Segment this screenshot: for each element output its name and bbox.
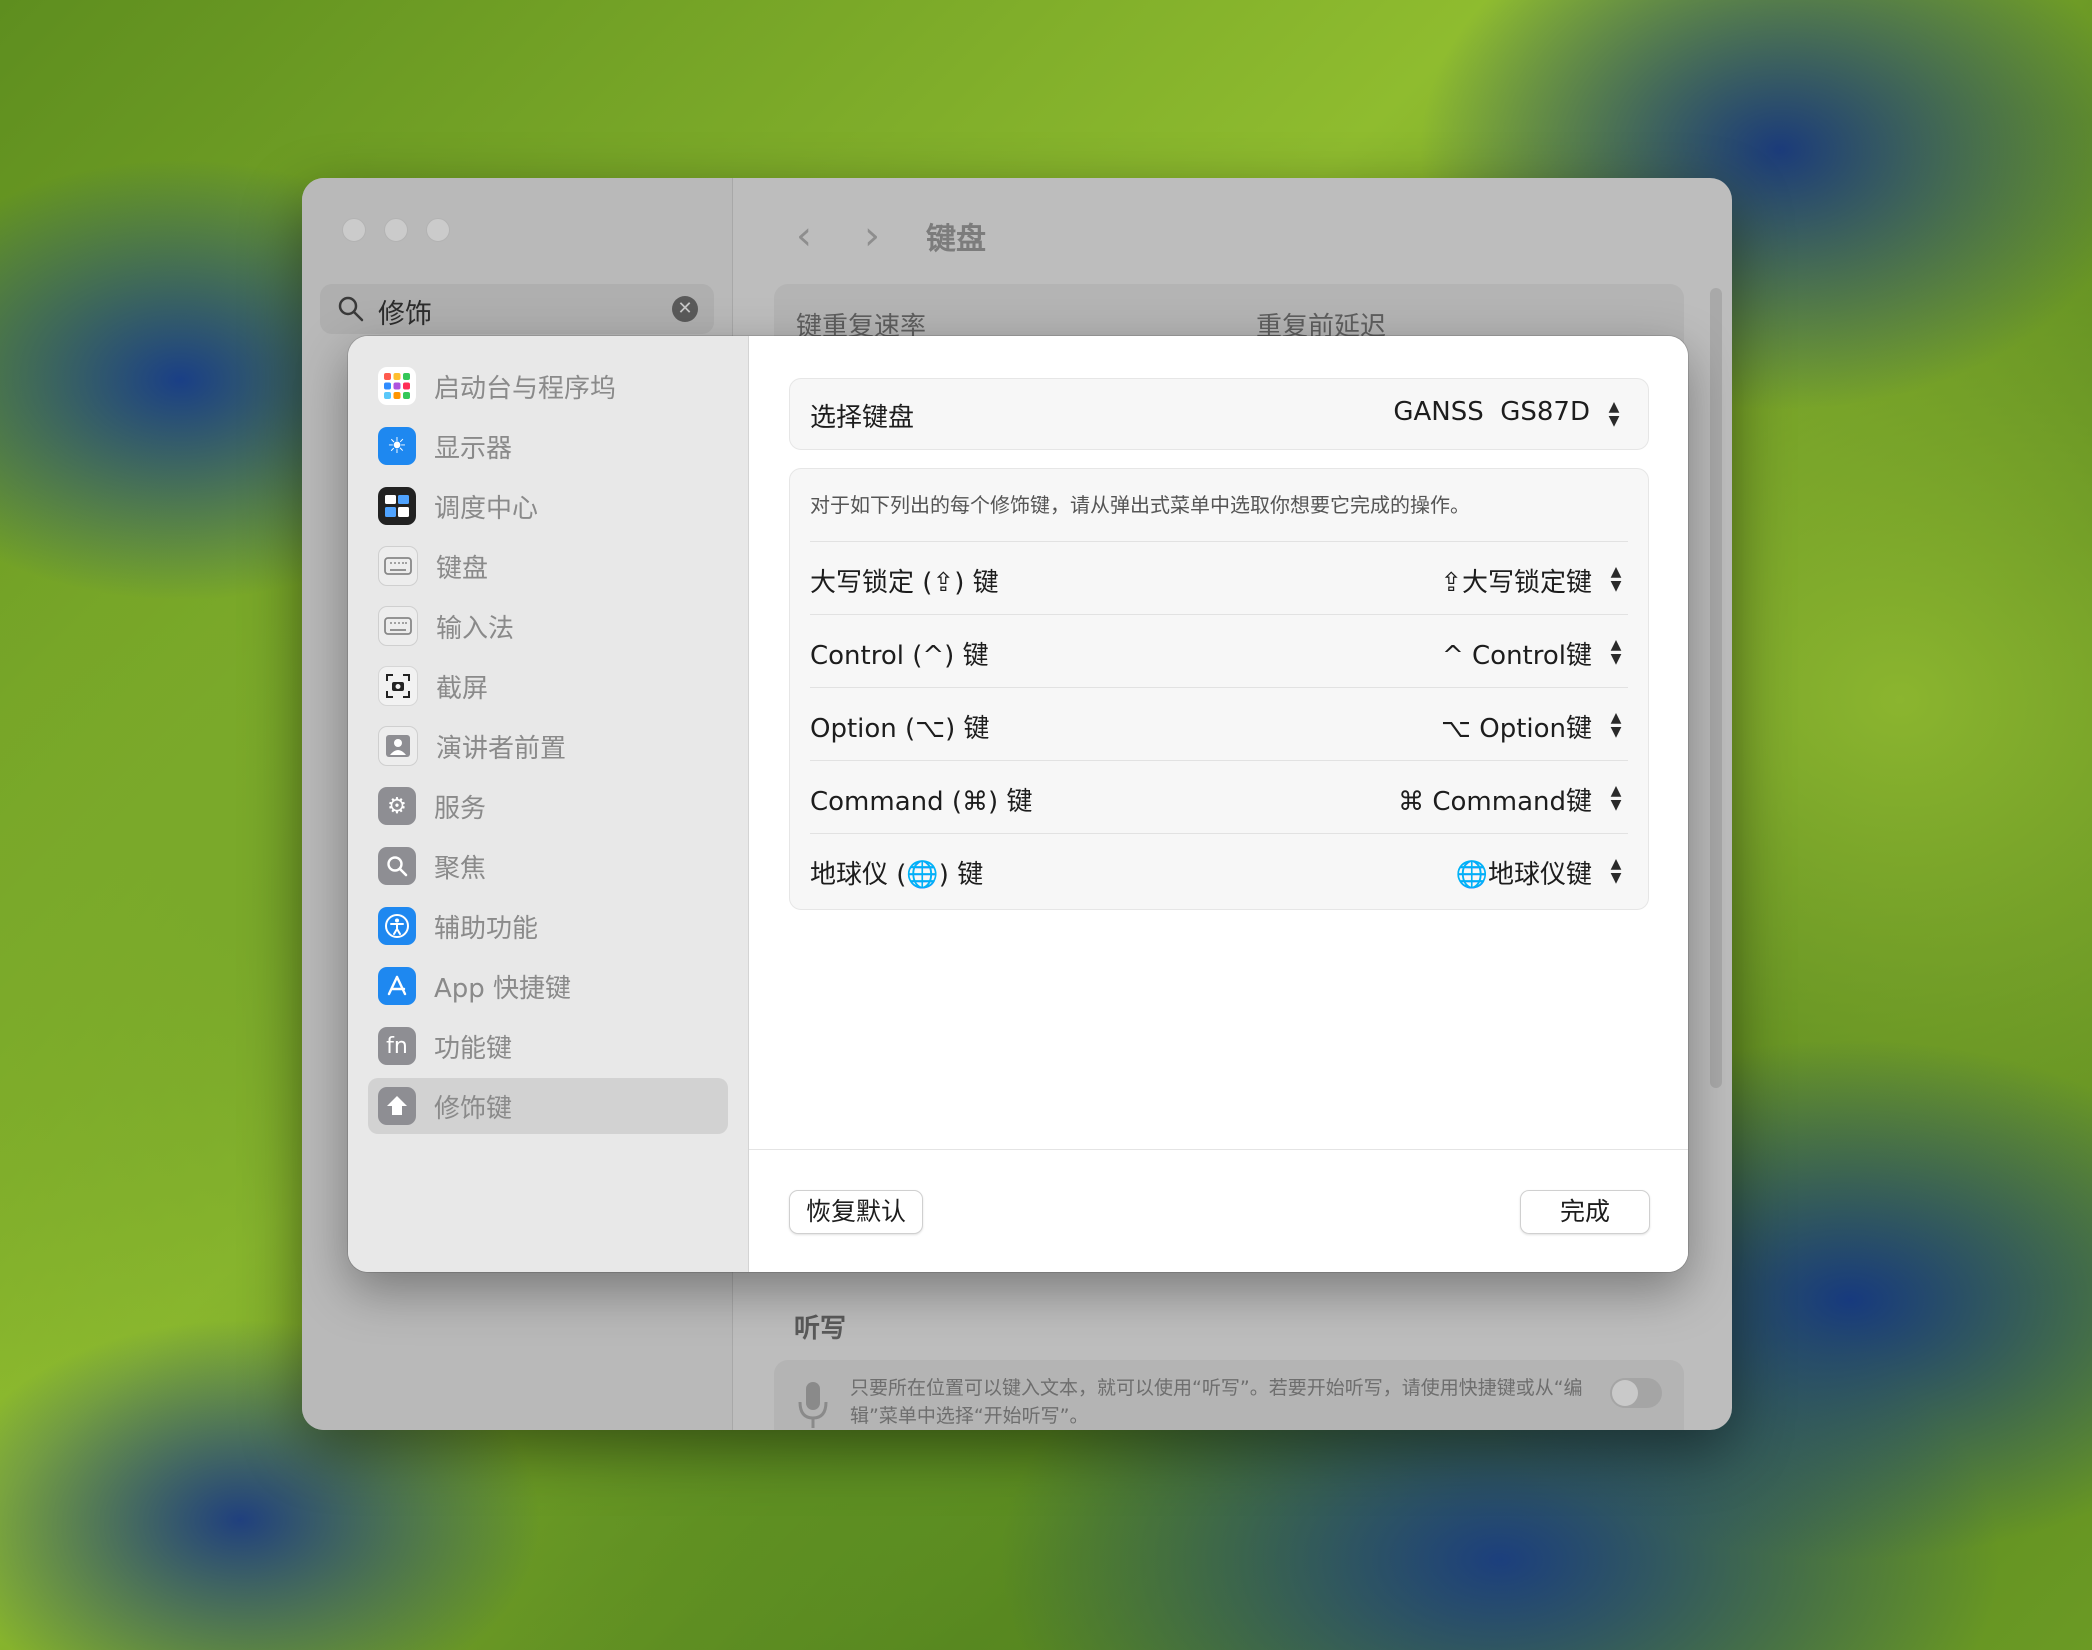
dictation-toggle[interactable] [1610,1378,1662,1408]
sidebar-item-modifier-keys[interactable]: 修饰键 [368,1078,728,1134]
app-store-icon [378,967,416,1005]
sidebar-list: 启动台与程序坞 ☀ 显示器 调度中心 键盘 输入法 截屏 演讲者前置 ⚙ 服务 … [368,358,728,1138]
modifier-action-select[interactable]: ⇪大写锁定键 [1440,562,1592,599]
modifier-row-control[interactable]: Control (^) 键 ^ Control键 ▲ ▼ [810,614,1628,688]
dictation-section-title: 听写 [794,1314,847,1344]
keyboard-icon [378,606,418,646]
restore-defaults-button[interactable]: 恢复默认 [789,1190,924,1234]
modifier-row-command[interactable]: Command (⌘) 键 ⌘ Command键 ▲ ▼ [810,760,1628,834]
modifier-action-select[interactable]: ^ Control键 [1442,635,1592,672]
sidebar-item-screenshot[interactable]: 截屏 [368,658,728,714]
clear-search-icon[interactable]: ✕ [672,296,698,322]
chevron-updown-icon[interactable]: ▲ ▼ [1604,708,1628,742]
sidebar-item-input-sources[interactable]: 输入法 [368,598,728,654]
search-icon [378,847,416,885]
display-icon: ☀ [378,427,416,465]
sheet-footer: 恢复默认 完成 [749,1149,1688,1272]
sidebar-item-keyboard[interactable]: 键盘 [368,538,728,594]
traffic-lights [342,218,450,242]
sidebar-item-label: 功能键 [434,1033,513,1064]
presenter-icon [378,726,418,766]
select-keyboard-value[interactable]: GANSS GS87D [1393,397,1590,427]
modifier-keys-card: 对于如下列出的每个修饰键，请从弹出式菜单中选取你想要它完成的操作。 大写锁定 (… [789,468,1649,910]
back-button[interactable]: ‹ [780,213,828,259]
sidebar-item-presenter-overlay[interactable]: 演讲者前置 [368,718,728,774]
sidebar-item-label: App 快捷键 [434,973,572,1004]
sidebar-item-label: 服务 [434,793,487,824]
chevron-updown-icon[interactable]: ▲ ▼ [1604,854,1628,888]
dictation-description: 只要所在位置可以键入文本，就可以使用“听写”。若要开始听写，请使用快捷键或从“编… [850,1377,1583,1427]
sheet-main: 选择键盘 GANSS GS87D ▲ ▼ 对于如下列出的每个修饰键，请从弹出式菜单… [749,336,1688,1272]
sidebar-item-label: 聚焦 [434,853,487,884]
sidebar-item-launchpad[interactable]: 启动台与程序坞 [368,358,728,414]
sidebar-item-label: 辅助功能 [434,913,539,944]
sidebar-item-label: 修饰键 [434,1093,513,1124]
modifier-key-label: Option (⌥) 键 [810,714,990,744]
forward-button[interactable]: › [848,213,896,259]
sidebar-item-spotlight[interactable]: 聚焦 [368,838,728,894]
sidebar-item-services[interactable]: ⚙ 服务 [368,778,728,834]
sidebar-item-accessibility[interactable]: 辅助功能 [368,898,728,954]
sidebar-item-label: 输入法 [436,613,515,644]
sidebar-item-label: 启动台与程序坞 [434,373,617,404]
launchpad-icon [378,367,416,405]
fn-icon: fn [378,1027,416,1065]
done-button[interactable]: 完成 [1520,1190,1650,1234]
dictation-card: 只要所在位置可以键入文本，就可以使用“听写”。若要开始听写，请使用快捷键或从“编… [774,1360,1684,1430]
search-icon [338,296,364,322]
sidebar-item-function-keys[interactable]: fn 功能键 [368,1018,728,1074]
chevron-updown-icon[interactable]: ▲ ▼ [1602,397,1626,431]
scrollbar[interactable] [1710,288,1722,1088]
sidebar-item-label: 演讲者前置 [436,733,567,764]
modifier-action-select[interactable]: ⌥ Option键 [1441,708,1592,745]
sidebar-item-label: 调度中心 [434,493,539,524]
toolbar: ‹ › 键盘 [780,206,986,266]
modifier-row-globe[interactable]: 地球仪 (🌐) 键 🌐地球仪键 ▲ ▼ [810,833,1628,907]
modifier-key-label: Control (^) 键 [810,641,989,671]
modifier-icon [378,1087,416,1125]
chevron-updown-icon[interactable]: ▲ ▼ [1604,781,1628,815]
modifier-key-label: 大写锁定 (⇪) 键 [810,568,999,598]
modifier-description: 对于如下列出的每个修饰键，请从弹出式菜单中选取你想要它完成的操作。 [810,493,1470,517]
close-window-button[interactable] [342,218,366,242]
select-keyboard-row[interactable]: 选择键盘 GANSS GS87D ▲ ▼ [789,378,1649,450]
minimize-window-button[interactable] [384,218,408,242]
gear-icon: ⚙ [378,787,416,825]
chevron-updown-icon[interactable]: ▲ ▼ [1604,562,1628,596]
sidebar-item-label: 显示器 [434,433,513,464]
search-field[interactable]: 修饰 ✕ [320,284,714,334]
sheet-sidebar: 启动台与程序坞 ☀ 显示器 调度中心 键盘 输入法 截屏 演讲者前置 ⚙ 服务 … [348,336,749,1272]
modifier-action-select[interactable]: 🌐地球仪键 [1456,854,1592,891]
sidebar-item-app-shortcuts[interactable]: App 快捷键 [368,958,728,1014]
zoom-window-button[interactable] [426,218,450,242]
search-input[interactable]: 修饰 [378,292,432,331]
keyboard-icon [378,546,418,586]
modifier-key-label: Command (⌘) 键 [810,787,1033,817]
modifier-key-label: 地球仪 (🌐) 键 [810,860,984,890]
sidebar-item-label: 键盘 [436,553,489,584]
page-title: 键盘 [926,222,986,257]
sidebar-item-label: 截屏 [436,673,489,704]
accessibility-icon [378,907,416,945]
sidebar-item-mission-control[interactable]: 调度中心 [368,478,728,534]
sidebar-item-displays[interactable]: ☀ 显示器 [368,418,728,474]
chevron-updown-icon[interactable]: ▲ ▼ [1604,635,1628,669]
modifier-keys-sheet: 启动台与程序坞 ☀ 显示器 调度中心 键盘 输入法 截屏 演讲者前置 ⚙ 服务 … [348,336,1688,1272]
modifier-row-option[interactable]: Option (⌥) 键 ⌥ Option键 ▲ ▼ [810,687,1628,761]
modifier-row-caps-lock[interactable]: 大写锁定 (⇪) 键 ⇪大写锁定键 ▲ ▼ [810,541,1628,615]
modifier-action-select[interactable]: ⌘ Command键 [1398,781,1592,818]
select-keyboard-label: 选择键盘 [810,403,915,433]
mission-control-icon [378,487,416,525]
microphone-icon [798,1382,828,1428]
screenshot-icon [378,666,418,706]
